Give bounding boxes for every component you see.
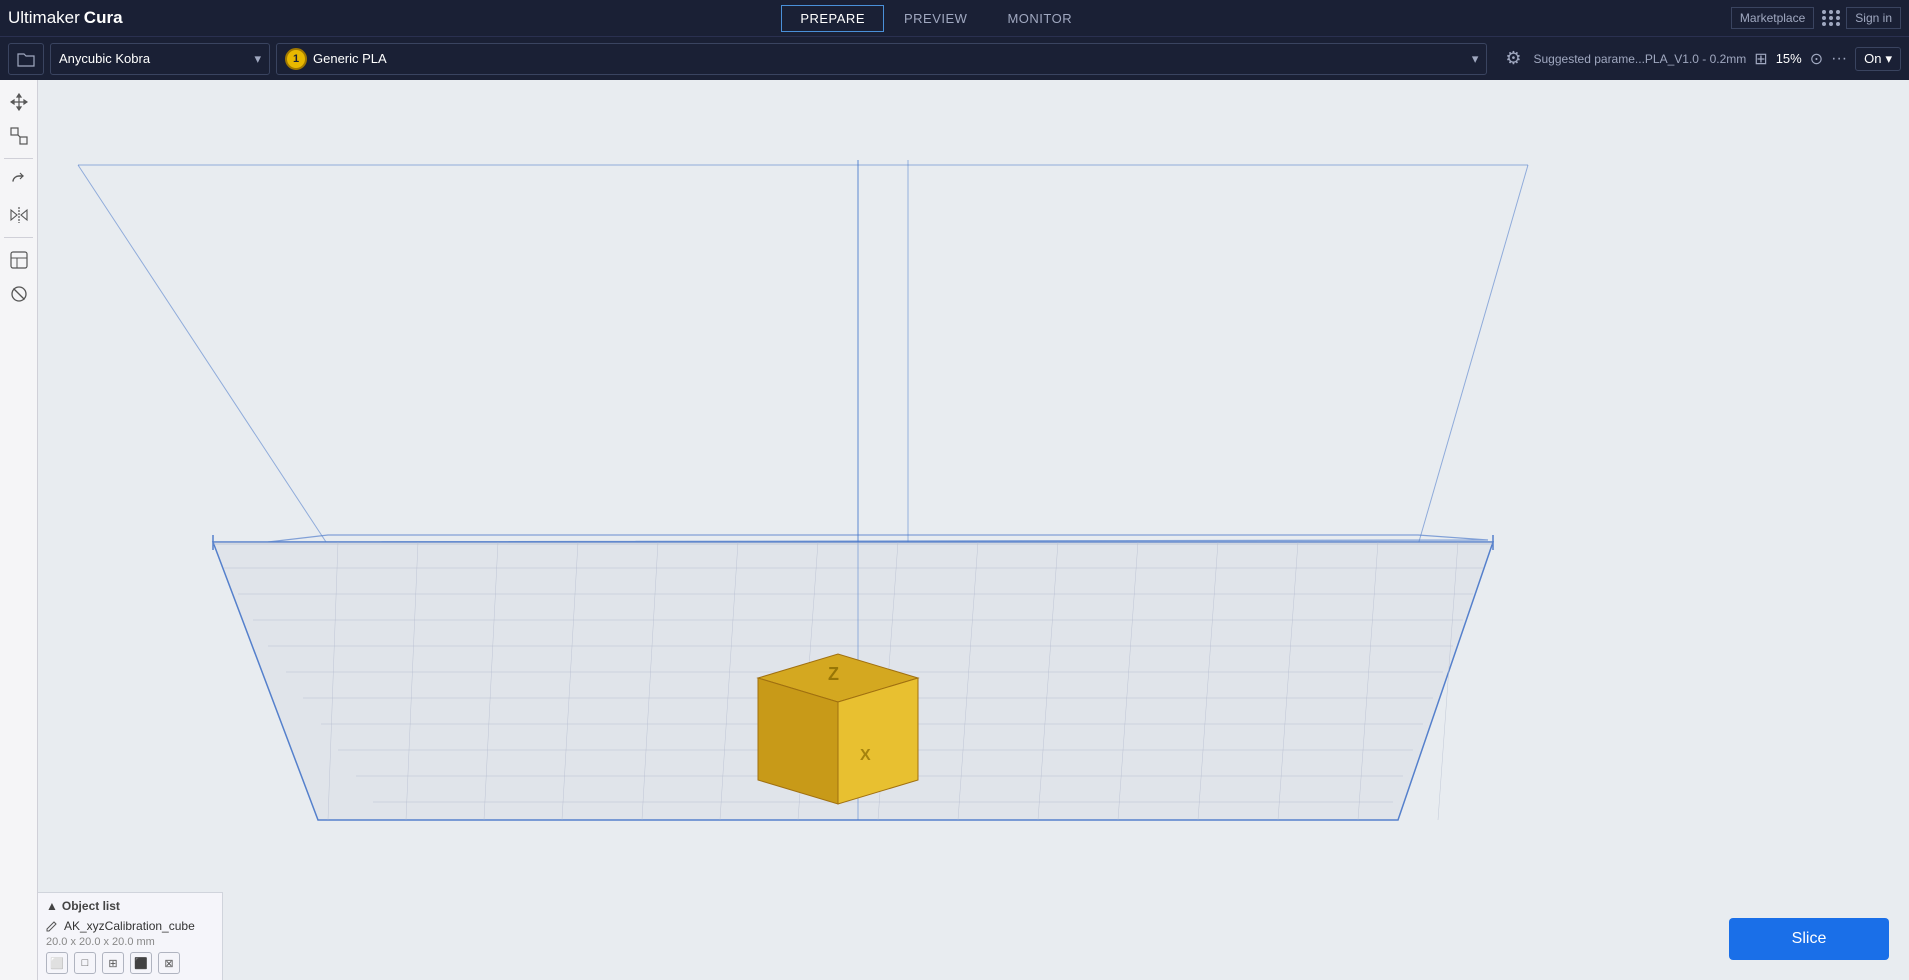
print-bed-svg: Z X <box>38 80 1909 980</box>
settings-sliders-icon[interactable]: ⚙ <box>1501 44 1525 73</box>
material-name: Generic PLA <box>313 51 387 66</box>
marketplace-button[interactable]: Marketplace <box>1731 7 1814 29</box>
per-model-icon <box>10 251 28 269</box>
tool-divider <box>4 158 34 159</box>
brand-name-part2: Cura <box>84 8 123 28</box>
scale-tool-button[interactable] <box>5 122 33 150</box>
object-action-buttons: ⬜ □ ⊞ ⬛ ⊠ <box>46 952 214 974</box>
material-chevron-icon: ▾ <box>1472 51 1479 67</box>
folder-icon <box>17 51 35 67</box>
support-icon <box>10 285 28 303</box>
nav-right: Marketplace Sign in <box>1731 7 1901 29</box>
scale-icon <box>10 127 28 145</box>
mirror-icon <box>10 206 28 224</box>
printer-name: Anycubic Kobra <box>59 51 150 66</box>
toolbar: Anycubic Kobra ▾ 1 Generic PLA ▾ ⚙ Sugge… <box>0 36 1909 80</box>
move-icon <box>10 93 28 111</box>
printer-selector[interactable]: Anycubic Kobra ▾ <box>50 43 270 75</box>
support-blocker-button[interactable] <box>5 280 33 308</box>
monitor-icon[interactable]: ⊞ <box>1754 49 1767 69</box>
per-model-settings-button[interactable] <box>5 246 33 274</box>
object-list-item: AK_xyzCalibration_cube <box>46 917 214 935</box>
move-tool-button[interactable] <box>5 88 33 116</box>
mirror-tool-button[interactable] <box>5 201 33 229</box>
svg-text:Z: Z <box>828 664 839 684</box>
object-action-5[interactable]: ⊠ <box>158 952 180 974</box>
tab-preview[interactable]: PREVIEW <box>884 5 987 32</box>
3d-viewport[interactable]: Z X ▲ Object list AK_xyzCalibration_cube… <box>38 80 1909 980</box>
brand-name-part1: Ultimaker <box>8 8 80 28</box>
on-toggle-chevron: ▾ <box>1885 51 1892 67</box>
object-dimensions: 20.0 x 20.0 x 20.0 mm <box>46 936 214 948</box>
object-action-1[interactable]: ⬜ <box>46 952 68 974</box>
profile-text: Suggested parame...PLA_V1.0 - 0.2mm <box>1534 52 1747 66</box>
open-file-button[interactable] <box>8 43 44 75</box>
object-list-panel: ▲ Object list AK_xyzCalibration_cube 20.… <box>38 892 223 980</box>
brand-logo: Ultimaker Cura <box>8 8 123 28</box>
material-selector[interactable]: 1 Generic PLA ▾ <box>276 43 1487 75</box>
tab-monitor[interactable]: MONITOR <box>987 5 1092 32</box>
chevron-down-icon: ▲ <box>46 899 58 913</box>
sync-icon[interactable]: ⊙ <box>1810 49 1823 69</box>
slice-button[interactable]: Slice <box>1729 918 1889 960</box>
object-name: AK_xyzCalibration_cube <box>64 919 195 933</box>
nav-tabs: PREPARE PREVIEW MONITOR <box>143 5 1731 32</box>
material-icon: 1 <box>285 48 307 70</box>
edit-pencil-icon <box>46 920 58 932</box>
grid-apps-icon[interactable] <box>1822 10 1838 26</box>
object-action-3[interactable]: ⊞ <box>102 952 124 974</box>
top-navbar: Ultimaker Cura PREPARE PREVIEW MONITOR M… <box>0 0 1909 36</box>
on-toggle-button[interactable]: On ▾ <box>1855 47 1901 71</box>
object-action-4[interactable]: ⬛ <box>130 952 152 974</box>
main-area: Z X ▲ Object list AK_xyzCalibration_cube… <box>0 80 1909 980</box>
svg-text:X: X <box>860 747 871 764</box>
settings-area: ⚙ Suggested parame...PLA_V1.0 - 0.2mm ⊞ … <box>1501 44 1901 73</box>
signin-button[interactable]: Sign in <box>1846 7 1901 29</box>
undo-icon <box>10 172 28 190</box>
infill-percent[interactable]: 15% <box>1776 51 1802 66</box>
tab-prepare[interactable]: PREPARE <box>781 5 884 32</box>
object-action-2[interactable]: □ <box>74 952 96 974</box>
more-options-icon[interactable]: ··· <box>1831 50 1847 68</box>
printer-chevron-icon: ▾ <box>254 51 261 67</box>
object-list-header[interactable]: ▲ Object list <box>46 899 214 913</box>
left-toolbar <box>0 80 38 980</box>
undo-button[interactable] <box>5 167 33 195</box>
tool-divider-2 <box>4 237 34 238</box>
